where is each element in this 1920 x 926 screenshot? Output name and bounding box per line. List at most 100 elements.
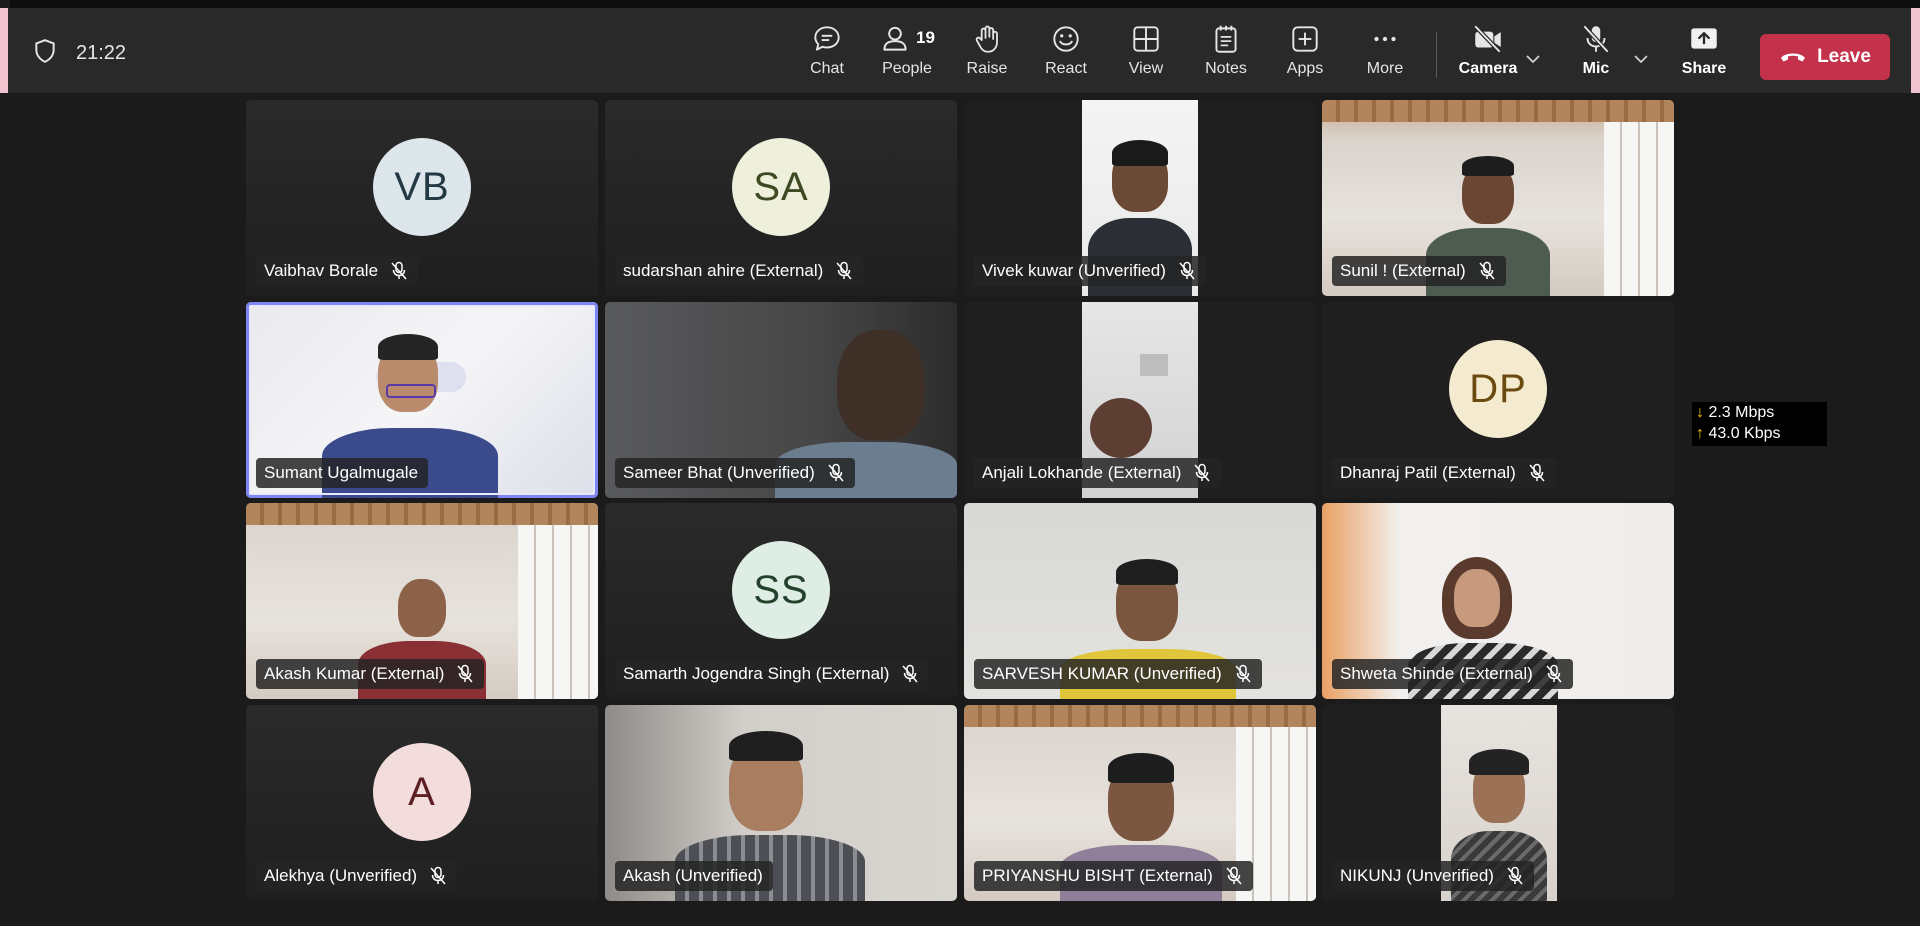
participant-tile-dhanraj[interactable]: DP Dhanraj Patil (External) — [1322, 302, 1674, 498]
mic-label: Mic — [1582, 60, 1610, 77]
hand-icon — [975, 25, 998, 53]
meeting-toolbar: 21:22 Chat 19 People Raise React View No… — [8, 8, 1911, 93]
participant-tile-alekhya[interactable]: A Alekhya (Unverified) — [246, 705, 598, 901]
participant-name: Shweta Shinde (External) — [1340, 664, 1533, 683]
left-edge — [0, 0, 10, 926]
participant-name: Samarth Jogendra Singh (External) — [623, 664, 890, 683]
camera-button[interactable]: Camera — [1453, 22, 1523, 88]
mic-muted-icon — [1179, 261, 1195, 280]
toolbar-divider — [1436, 32, 1437, 78]
react-button[interactable]: React — [1031, 22, 1101, 88]
download-rate: 2.3 Mbps — [1708, 404, 1775, 421]
participant-name: Anjali Lokhande (External) — [982, 463, 1182, 482]
participant-name: Sumant Ugalmugale — [264, 463, 419, 482]
meeting-timer: 21:22 — [76, 42, 127, 64]
notes-button[interactable]: Notes — [1191, 22, 1261, 88]
participant-tile-sameer[interactable]: Sameer Bhat (Unverified) — [605, 302, 957, 498]
participant-name: Alekhya (Unverified) — [264, 866, 418, 885]
participant-name: Sameer Bhat (Unverified) — [623, 463, 815, 482]
participant-tile-vivek[interactable]: Vivek kuwar (Unverified) — [964, 100, 1316, 296]
nameplate: Akash (Unverified) — [615, 861, 773, 891]
participant-name: Vivek kuwar (Unverified) — [982, 261, 1166, 280]
share-label: Share — [1681, 60, 1727, 77]
raise-hand-button[interactable]: Raise — [952, 22, 1022, 88]
mic-off-icon — [1582, 24, 1610, 54]
download-rate-row: ↓ 2.3 Mbps — [1696, 404, 1775, 421]
avatar: SS — [732, 541, 830, 639]
participant-tile-sarvesh[interactable]: SARVESH KUMAR (Unverified) — [964, 503, 1316, 699]
apps-label: Apps — [1286, 60, 1324, 77]
avatar: SA — [732, 138, 830, 236]
participant-name: Dhanraj Patil (External) — [1340, 463, 1516, 482]
more-icon — [1374, 36, 1396, 42]
nameplate: sudarshan ahire (External) — [615, 256, 864, 286]
participant-tile-sunil[interactable]: Sunil ! (External) — [1322, 100, 1674, 296]
right-edge — [1911, 8, 1920, 93]
participant-tile-priyanshu[interactable]: PRIYANSHU BISHT (External) — [964, 705, 1316, 901]
more-button[interactable]: More — [1350, 22, 1420, 88]
mic-button[interactable]: Mic — [1561, 22, 1631, 88]
share-button[interactable]: Share — [1669, 22, 1739, 88]
phone-hangup-icon — [1781, 53, 1806, 62]
mic-muted-icon — [457, 664, 474, 683]
upload-rate-row: ↑ 43.0 Kbps — [1696, 425, 1781, 442]
shield-icon[interactable] — [32, 38, 58, 69]
avatar: DP — [1449, 340, 1547, 438]
nameplate: Alekhya (Unverified) — [256, 861, 458, 891]
mic-muted-icon — [430, 866, 446, 885]
participant-name: PRIYANSHU BISHT (External) — [982, 866, 1213, 885]
apps-button[interactable]: Apps — [1270, 22, 1340, 88]
participant-name: Sunil ! (External) — [1340, 261, 1466, 280]
mic-muted-icon — [1507, 866, 1523, 885]
upload-rate: 43.0 Kbps — [1708, 425, 1781, 442]
mic-options-chevron-down-icon[interactable] — [1630, 48, 1652, 70]
participant-tile-samarth[interactable]: SS Samarth Jogendra Singh (External) — [605, 503, 957, 699]
mic-muted-icon — [1546, 664, 1562, 683]
react-label: React — [1045, 60, 1087, 77]
camera-options-chevron-down-icon[interactable] — [1522, 48, 1544, 70]
participant-name: Akash (Unverified) — [623, 866, 763, 885]
mic-muted-icon — [902, 664, 919, 683]
apps-plus-icon — [1292, 26, 1318, 52]
notes-icon — [1215, 25, 1237, 53]
nameplate: Dhanraj Patil (External) — [1332, 458, 1556, 488]
chat-icon — [814, 26, 840, 51]
nameplate: PRIYANSHU BISHT (External) — [974, 861, 1253, 891]
avatar: VB — [373, 138, 471, 236]
participant-name: Akash Kumar (External) — [264, 664, 445, 683]
mic-muted-icon — [836, 261, 852, 280]
grid-icon — [1133, 26, 1159, 52]
raise-label: Raise — [966, 60, 1008, 77]
share-icon — [1691, 28, 1717, 49]
participant-tile-nikunj[interactable]: NIKUNJ (Unverified) — [1322, 705, 1674, 901]
nameplate: NIKUNJ (Unverified) — [1332, 861, 1534, 891]
chat-label: Chat — [810, 60, 844, 77]
participant-tile-vaibhav[interactable]: VB Vaibhav Borale — [246, 100, 598, 296]
participant-tile-akash[interactable]: Akash (Unverified) — [605, 705, 957, 901]
camera-label: Camera — [1458, 60, 1518, 77]
participant-name: SARVESH KUMAR (Unverified) — [982, 664, 1222, 683]
nameplate: Shweta Shinde (External) — [1332, 659, 1573, 689]
nameplate: Vivek kuwar (Unverified) — [974, 256, 1206, 286]
view-button[interactable]: View — [1111, 22, 1181, 88]
people-icon — [883, 26, 907, 51]
participant-tile-anjali[interactable]: Anjali Lokhande (External) — [964, 302, 1316, 498]
mic-muted-icon — [1235, 664, 1251, 683]
avatar: A — [373, 743, 471, 841]
chat-button[interactable]: Chat — [792, 22, 862, 88]
leave-button[interactable]: Leave — [1760, 34, 1890, 80]
participant-tile-sumant[interactable]: Sumant Ugalmugale — [246, 302, 598, 498]
people-label: People — [882, 60, 932, 77]
nameplate: Samarth Jogendra Singh (External) — [615, 659, 930, 689]
participant-name: NIKUNJ (Unverified) — [1340, 866, 1494, 885]
participant-tile-shweta[interactable]: Shweta Shinde (External) — [1322, 503, 1674, 699]
mic-muted-icon — [1194, 463, 1210, 482]
notes-label: Notes — [1205, 60, 1247, 77]
mic-muted-icon — [1479, 261, 1495, 280]
participant-tile-sudarshan[interactable]: SA sudarshan ahire (External) — [605, 100, 957, 296]
participant-tile-akash-kumar[interactable]: Akash Kumar (External) — [246, 503, 598, 699]
nameplate: Akash Kumar (External) — [256, 659, 485, 689]
people-button[interactable]: 19 People — [872, 22, 942, 88]
nameplate: Anjali Lokhande (External) — [974, 458, 1222, 488]
nameplate: Sumant Ugalmugale — [256, 458, 429, 488]
